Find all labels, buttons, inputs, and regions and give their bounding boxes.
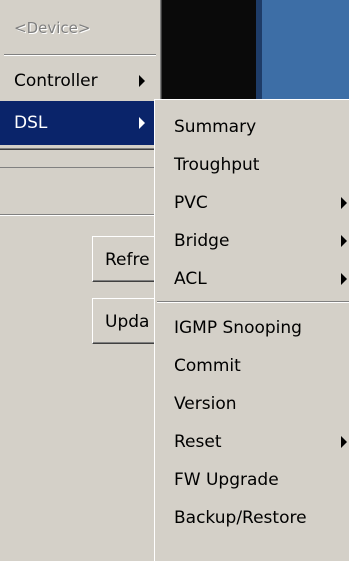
menu-separator <box>4 54 156 56</box>
submenu-item-label: IGMP Snooping <box>174 318 302 338</box>
menu-item-device: <Device> <box>0 6 160 50</box>
menu-item-device-label: <Device> <box>14 19 91 37</box>
submenu-item-label: Bridge <box>174 231 230 251</box>
submenu-arrow-icon <box>341 273 347 285</box>
submenu-item-troughput[interactable]: Troughput <box>155 146 349 184</box>
submenu-item-label: Troughput <box>174 155 260 175</box>
submenu-separator <box>157 301 349 303</box>
dsl-submenu: Summary Troughput PVC Bridge ACL IGMP Sn… <box>154 99 349 561</box>
submenu-arrow-icon <box>341 197 347 209</box>
submenu-item-bridge[interactable]: Bridge <box>155 222 349 260</box>
submenu-item-commit[interactable]: Commit <box>155 347 349 385</box>
submenu-item-pvc[interactable]: PVC <box>155 184 349 222</box>
device-context-menu: <Device> Controller DSL <box>0 0 162 150</box>
submenu-item-label: PVC <box>174 193 208 213</box>
menu-item-controller-label: Controller <box>14 71 98 91</box>
submenu-item-label: Backup/Restore <box>174 508 307 528</box>
menu-item-dsl[interactable]: DSL <box>0 101 160 145</box>
submenu-arrow-icon <box>341 235 347 247</box>
submenu-item-label: FW Upgrade <box>174 470 279 490</box>
menu-item-controller[interactable]: Controller <box>0 59 160 103</box>
refresh-button-label: Refre <box>105 250 150 270</box>
submenu-item-igmp-snooping[interactable]: IGMP Snooping <box>155 309 349 347</box>
submenu-item-backup-restore[interactable]: Backup/Restore <box>155 499 349 537</box>
update-button-label: Upda <box>105 312 150 332</box>
submenu-item-label: ACL <box>174 269 207 289</box>
submenu-item-reset[interactable]: Reset <box>155 423 349 461</box>
submenu-item-version[interactable]: Version <box>155 385 349 423</box>
submenu-item-fw-upgrade[interactable]: FW Upgrade <box>155 461 349 499</box>
submenu-item-summary[interactable]: Summary <box>155 108 349 146</box>
submenu-item-label: Reset <box>174 432 222 452</box>
submenu-arrow-icon <box>341 436 347 448</box>
submenu-item-label: Version <box>174 394 237 414</box>
submenu-arrow-icon <box>139 75 145 87</box>
submenu-item-label: Commit <box>174 356 241 376</box>
submenu-item-label: Summary <box>174 117 257 137</box>
menu-item-dsl-label: DSL <box>14 113 48 133</box>
submenu-item-acl[interactable]: ACL <box>155 260 349 298</box>
submenu-arrow-icon <box>139 117 145 129</box>
